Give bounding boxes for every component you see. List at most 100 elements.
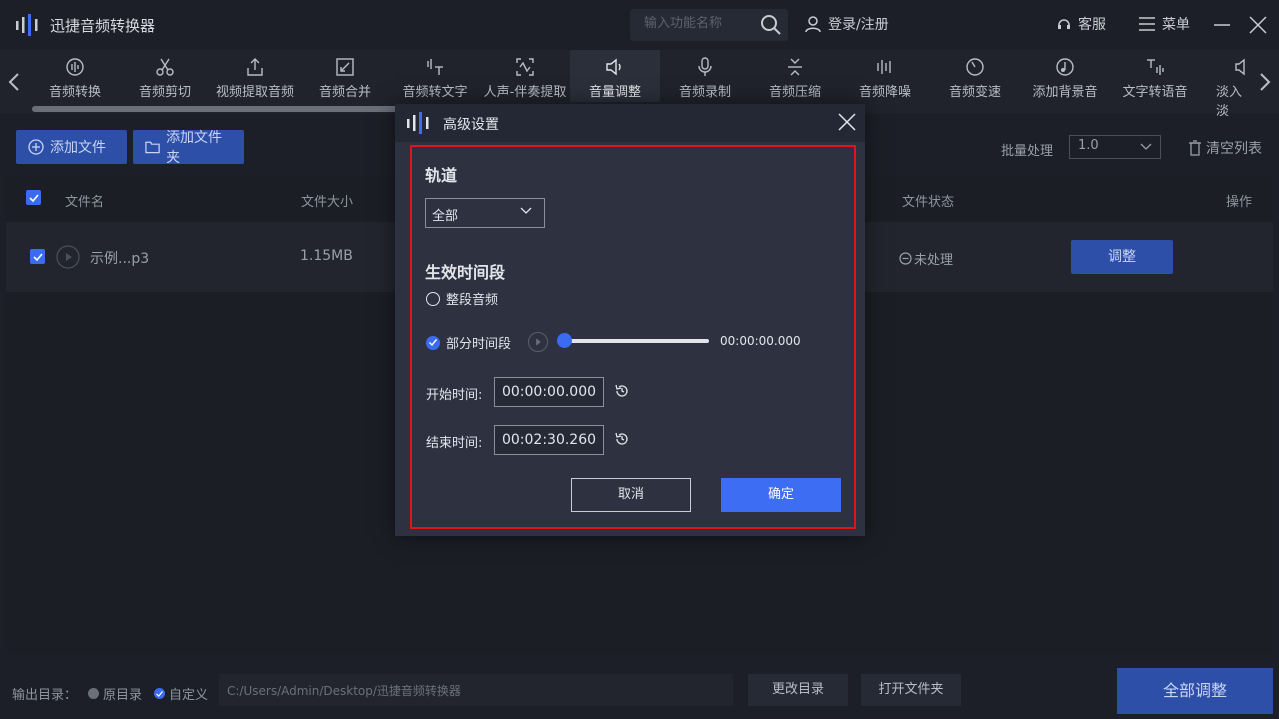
batch-label: 批量处理 <box>1001 144 1054 159</box>
end-time-input[interactable] <box>494 425 604 455</box>
tool-label: 音频降噪 <box>858 85 911 100</box>
dialog-title: 高级设置 <box>443 117 499 133</box>
footer-bar: 输出目录： 原目录 自定义 C:/Users/Admin/Desktop/迅捷音… <box>0 662 1279 719</box>
whole-audio-label: 整段音频 <box>446 293 499 308</box>
adjust-button[interactable]: 调整 <box>1071 240 1173 274</box>
current-time-readout: 00:00:00.000 <box>720 334 801 348</box>
row-file-name: 示例...p3 <box>90 251 150 267</box>
change-dir-button[interactable]: 更改目录 <box>748 674 848 706</box>
minimize-icon[interactable] <box>1213 16 1231 34</box>
plus-circle-icon <box>28 139 44 155</box>
output-original-radio[interactable]: 原目录 <box>88 684 142 703</box>
confirm-button[interactable]: 确定 <box>721 478 841 512</box>
range-section-title: 生效时间段 <box>425 263 506 282</box>
partial-range-radio[interactable]: 部分时间段 <box>426 333 511 352</box>
start-time-label: 开始时间: <box>426 388 483 403</box>
reset-time-icon[interactable] <box>614 383 630 399</box>
tool-vocal-extract[interactable]: 人声-伴奏提取 <box>480 56 570 100</box>
headset-icon <box>1058 19 1070 29</box>
cancel-button[interactable]: 取消 <box>571 478 691 512</box>
merge-icon <box>336 58 354 76</box>
select-all-checkbox[interactable] <box>26 190 41 205</box>
menu-label: 菜单 <box>1162 17 1190 33</box>
scissors-icon <box>156 58 174 76</box>
close-window-icon[interactable] <box>1249 16 1267 34</box>
play-icon[interactable] <box>56 245 80 269</box>
whole-audio-radio[interactable]: 整段音频 <box>426 289 498 308</box>
tool-audio-to-text[interactable]: 音频转文字 <box>390 56 480 100</box>
tool-speed-change[interactable]: 音频变速 <box>930 56 1020 100</box>
tool-noise-reduce[interactable]: 音频降噪 <box>840 56 930 100</box>
slider-handle[interactable] <box>557 333 572 348</box>
tool-audio-convert[interactable]: 音频转换 <box>30 56 120 100</box>
chevron-down-icon <box>1140 143 1152 150</box>
tool-label: 音频压缩 <box>768 85 821 100</box>
chevron-left-icon[interactable] <box>8 72 20 92</box>
tool-video-extract[interactable]: 视频提取音频 <box>210 56 300 100</box>
clear-list-button[interactable]: 清空列表 <box>1188 138 1262 158</box>
waveform-circle-icon <box>66 58 84 76</box>
upload-icon <box>247 58 263 76</box>
reset-time-icon[interactable] <box>614 431 630 447</box>
output-original-label: 原目录 <box>103 688 143 703</box>
tool-add-background[interactable]: 添加背景音 <box>1020 56 1110 100</box>
music-note-icon <box>1056 58 1074 76</box>
check-icon <box>32 252 43 261</box>
customer-service-button[interactable]: 客服 <box>1056 14 1106 34</box>
chevron-right-icon[interactable] <box>1259 72 1271 92</box>
tool-label: 音频转文字 <box>402 85 468 100</box>
speed-icon <box>966 58 984 76</box>
trash-icon <box>1189 140 1201 156</box>
batch-select[interactable]: 1.0 <box>1069 135 1161 159</box>
track-select[interactable]: 全部 <box>425 198 545 228</box>
row-checkbox[interactable] <box>30 249 45 264</box>
tool-label: 音量调整 <box>588 85 641 100</box>
login-button[interactable]: 登录/注册 <box>804 14 889 34</box>
header-action: 操作 <box>1226 195 1253 210</box>
time-slider[interactable] <box>565 339 709 343</box>
output-custom-label: 自定义 <box>169 688 209 703</box>
start-time-input[interactable] <box>494 377 604 407</box>
tool-audio-compress[interactable]: 音频压缩 <box>750 56 840 100</box>
tool-audio-cut[interactable]: 音频剪切 <box>120 56 210 100</box>
menu-button[interactable]: 菜单 <box>1138 14 1190 34</box>
add-file-button[interactable]: 添加文件 <box>16 130 127 164</box>
toolbar-scrollbar[interactable] <box>32 106 412 112</box>
output-path-field[interactable]: C:/Users/Admin/Desktop/迅捷音频转换器 <box>219 674 733 706</box>
row-status-label: 未处理 <box>914 253 954 268</box>
tool-volume-adjust[interactable]: 音量调整 <box>570 50 660 102</box>
minus-circle-icon <box>899 252 912 265</box>
output-dir-label: 输出目录： <box>12 688 78 703</box>
tool-label: 视频提取音频 <box>215 85 294 100</box>
row-status: 未处理 <box>899 249 953 268</box>
add-folder-button[interactable]: 添加文件夹 <box>133 130 244 166</box>
user-icon <box>805 16 821 33</box>
open-folder-button[interactable]: 打开文件夹 <box>861 674 961 706</box>
tool-label: 音频剪切 <box>138 85 191 100</box>
advanced-settings-dialog: 高级设置 轨道 全部 生效时间段 整段音频 部分时间段 00:00:00.000… <box>395 104 865 536</box>
row-file-size: 1.15MB <box>300 248 353 264</box>
text-convert-icon <box>427 59 443 75</box>
radio-unchecked-icon <box>426 291 440 306</box>
preview-play-icon[interactable] <box>528 332 548 352</box>
radio-checked-icon <box>154 688 165 699</box>
tool-label: 音频变速 <box>948 85 1001 100</box>
app-logo-icon <box>407 112 429 134</box>
header-file-size: 文件大小 <box>301 195 354 210</box>
tool-fade[interactable]: 淡入淡 <box>1200 56 1250 119</box>
tool-text-to-speech[interactable]: 文字转语音 <box>1110 56 1200 100</box>
login-label: 登录/注册 <box>828 17 889 33</box>
tool-label: 音频合并 <box>318 85 371 100</box>
check-icon <box>28 193 39 202</box>
tool-audio-record[interactable]: 音频录制 <box>660 56 750 100</box>
chevron-down-icon <box>520 207 532 214</box>
function-search-input[interactable] <box>644 16 754 31</box>
tool-label: 人声-伴奏提取 <box>483 85 567 100</box>
close-icon[interactable] <box>837 112 857 132</box>
tool-label: 添加背景音 <box>1032 85 1098 100</box>
radio-checked-icon <box>426 335 440 350</box>
output-custom-radio[interactable]: 自定义 <box>154 684 208 703</box>
tool-audio-merge[interactable]: 音频合并 <box>300 56 390 100</box>
adjust-all-button[interactable]: 全部调整 <box>1117 668 1273 714</box>
search-icon[interactable] <box>760 14 782 36</box>
